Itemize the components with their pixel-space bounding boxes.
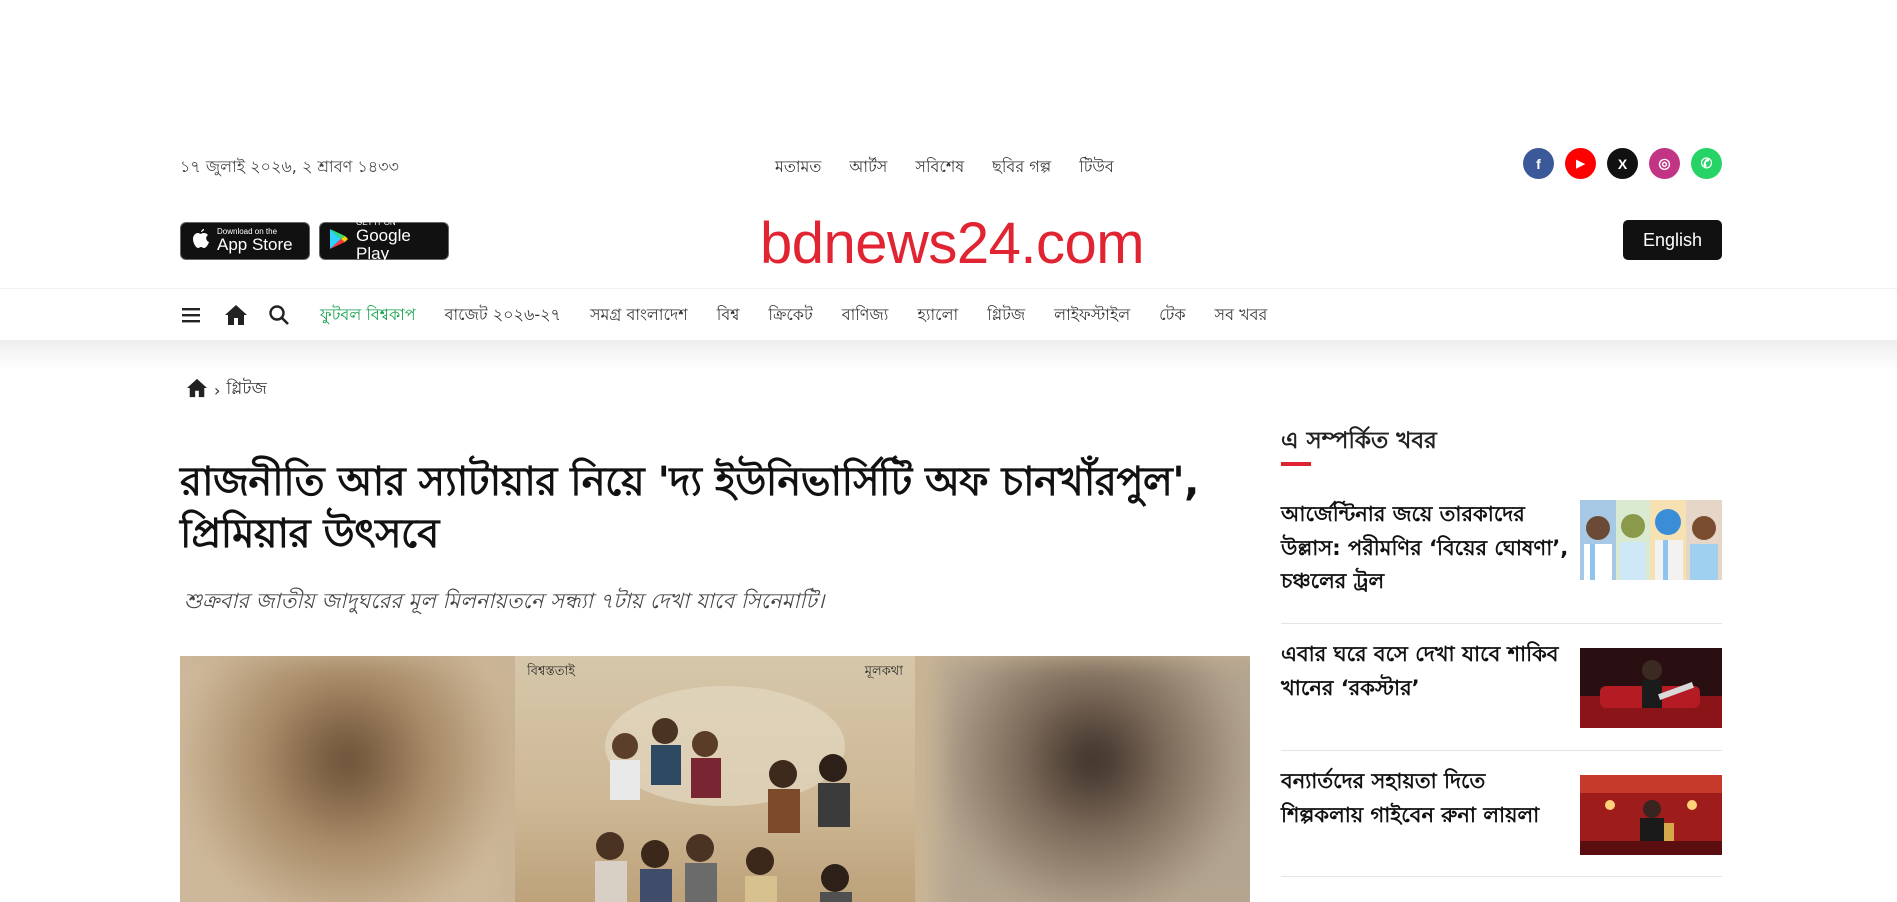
play-store-icon [329, 228, 349, 255]
google-play-badge[interactable]: GET IT ON Google Play [319, 218, 449, 263]
app-store-badge[interactable]: Download on the App Store [180, 222, 310, 260]
movie-poster: বিশ্বস্ততাই মূলকথা [515, 656, 915, 902]
top-link-arts[interactable]: আর্টস [849, 154, 887, 181]
main-nav: ফুটবল বিশ্বকাপ বাজেট ২০২৬-২৭ সমগ্র বাংলা… [0, 288, 1897, 340]
nav-item-tech[interactable]: টেক [1159, 302, 1185, 329]
chevron-right-icon: › [214, 380, 221, 400]
facebook-icon[interactable]: f [1523, 148, 1554, 179]
top-link-photo-story[interactable]: ছবির গল্প [992, 154, 1051, 181]
hero-blur-left [180, 656, 500, 902]
article-hero-image: বিশ্বস্ততাই মূলকথা [180, 656, 1250, 902]
top-link-opinion[interactable]: মতামত [775, 154, 821, 181]
social-links: f ▶ X ◎ ✆ [1523, 148, 1722, 179]
poster-illustration [595, 686, 852, 902]
instagram-icon[interactable]: ◎ [1649, 148, 1680, 179]
nav-item-hello[interactable]: হ্যালো [917, 302, 958, 329]
poster-text-right: মূলকথা [864, 664, 903, 679]
related-news-thumbnail[interactable] [1580, 648, 1722, 728]
top-link-special[interactable]: সবিশেষ [915, 154, 964, 181]
related-news-item[interactable]: বন্যার্তদের সহায়তা দিতে শিল্পকলায় গাইব… [1281, 751, 1722, 877]
x-icon[interactable]: X [1607, 148, 1638, 179]
related-news-item[interactable]: এবার ঘরে বসে দেখা যাবে শাকিব খানের ‘রকস্… [1281, 624, 1722, 751]
nav-item-all-bangladesh[interactable]: সমগ্র বাংলাদেশ [590, 302, 688, 329]
nav-item-business[interactable]: বাণিজ্য [842, 302, 889, 329]
related-news-thumbnail[interactable] [1580, 775, 1722, 855]
related-news-item[interactable]: আর্জেন্টিনার জয়ে তারকাদের উল্লাস: পরীমণ… [1281, 498, 1722, 624]
masthead: Download on the App Store GET IT ON Google… [180, 211, 1722, 276]
top-links: মতামত আর্টস সবিশেষ ছবির গল্প টিউব [775, 154, 1142, 181]
search-icon[interactable] [268, 304, 290, 326]
utility-bar: ১৭ জুলাই ২০২৬, ২ শ্রাবণ ১৪৩৩ মতামত আর্টস… [180, 146, 1722, 182]
nav-item-budget[interactable]: বাজেট ২০২৬-২৭ [445, 302, 561, 329]
poster-text-left: বিশ্বস্ততাই [527, 664, 576, 679]
article-subheadline: শুক্রবার জাতীয় জাদুঘরের মূল মিলনায়তনে … [184, 589, 825, 613]
nav-item-all-news[interactable]: সব খবর [1215, 302, 1268, 329]
breadcrumb-home-icon[interactable] [186, 378, 208, 403]
related-news-thumbnail[interactable] [1580, 500, 1722, 580]
nav-item-glitz[interactable]: গ্লিটজ [987, 302, 1025, 329]
related-news-title: এ সম্পর্কিত খবর [1281, 428, 1437, 454]
nav-shadow [0, 340, 1897, 370]
whatsapp-icon[interactable]: ✆ [1691, 148, 1722, 179]
nav-item-world[interactable]: বিশ্ব [717, 302, 740, 329]
english-edition-button[interactable]: English [1623, 220, 1722, 260]
nav-items: ফুটবল বিশ্বকাপ বাজেট ২০২৬-২৭ সমগ্র বাংলা… [320, 302, 1296, 329]
youtube-icon[interactable]: ▶ [1565, 148, 1596, 179]
site-logo[interactable]: bdnews24.com [760, 210, 1145, 277]
related-news-accent-rule [1281, 462, 1311, 466]
related-news-list: আর্জেন্টিনার জয়ে তারকাদের উল্লাস: পরীমণ… [1281, 498, 1722, 877]
top-link-tube[interactable]: টিউব [1079, 154, 1114, 181]
current-date: ১৭ জুলাই ২০২৬, ২ শ্রাবণ ১৪৩৩ [180, 157, 399, 176]
home-icon[interactable] [224, 304, 247, 326]
nav-item-football-world-cup[interactable]: ফুটবল বিশ্বকাপ [320, 302, 416, 329]
menu-icon[interactable] [180, 304, 202, 326]
breadcrumb-section[interactable]: গ্লিটজ [226, 376, 266, 404]
related-news-headline[interactable]: বন্যার্তদের সহায়তা দিতে শিল্পকলায় গাইব… [1281, 765, 1571, 832]
related-news-headline[interactable]: আর্জেন্টিনার জয়ে তারকাদের উল্লাস: পরীমণ… [1281, 498, 1571, 599]
nav-item-cricket[interactable]: ক্রিকেট [768, 302, 812, 329]
hero-blur-right [940, 656, 1250, 902]
article-headline: রাজনীতি আর স্যাটায়ার নিয়ে 'দ্য ইউনিভার… [180, 459, 1199, 557]
nav-item-lifestyle[interactable]: লাইফস্টাইল [1054, 302, 1130, 329]
apple-icon [190, 228, 210, 255]
related-news-headline[interactable]: এবার ঘরে বসে দেখা যাবে শাকিব খানের ‘রকস্… [1281, 638, 1571, 705]
breadcrumb: › গ্লিটজ [186, 376, 267, 404]
